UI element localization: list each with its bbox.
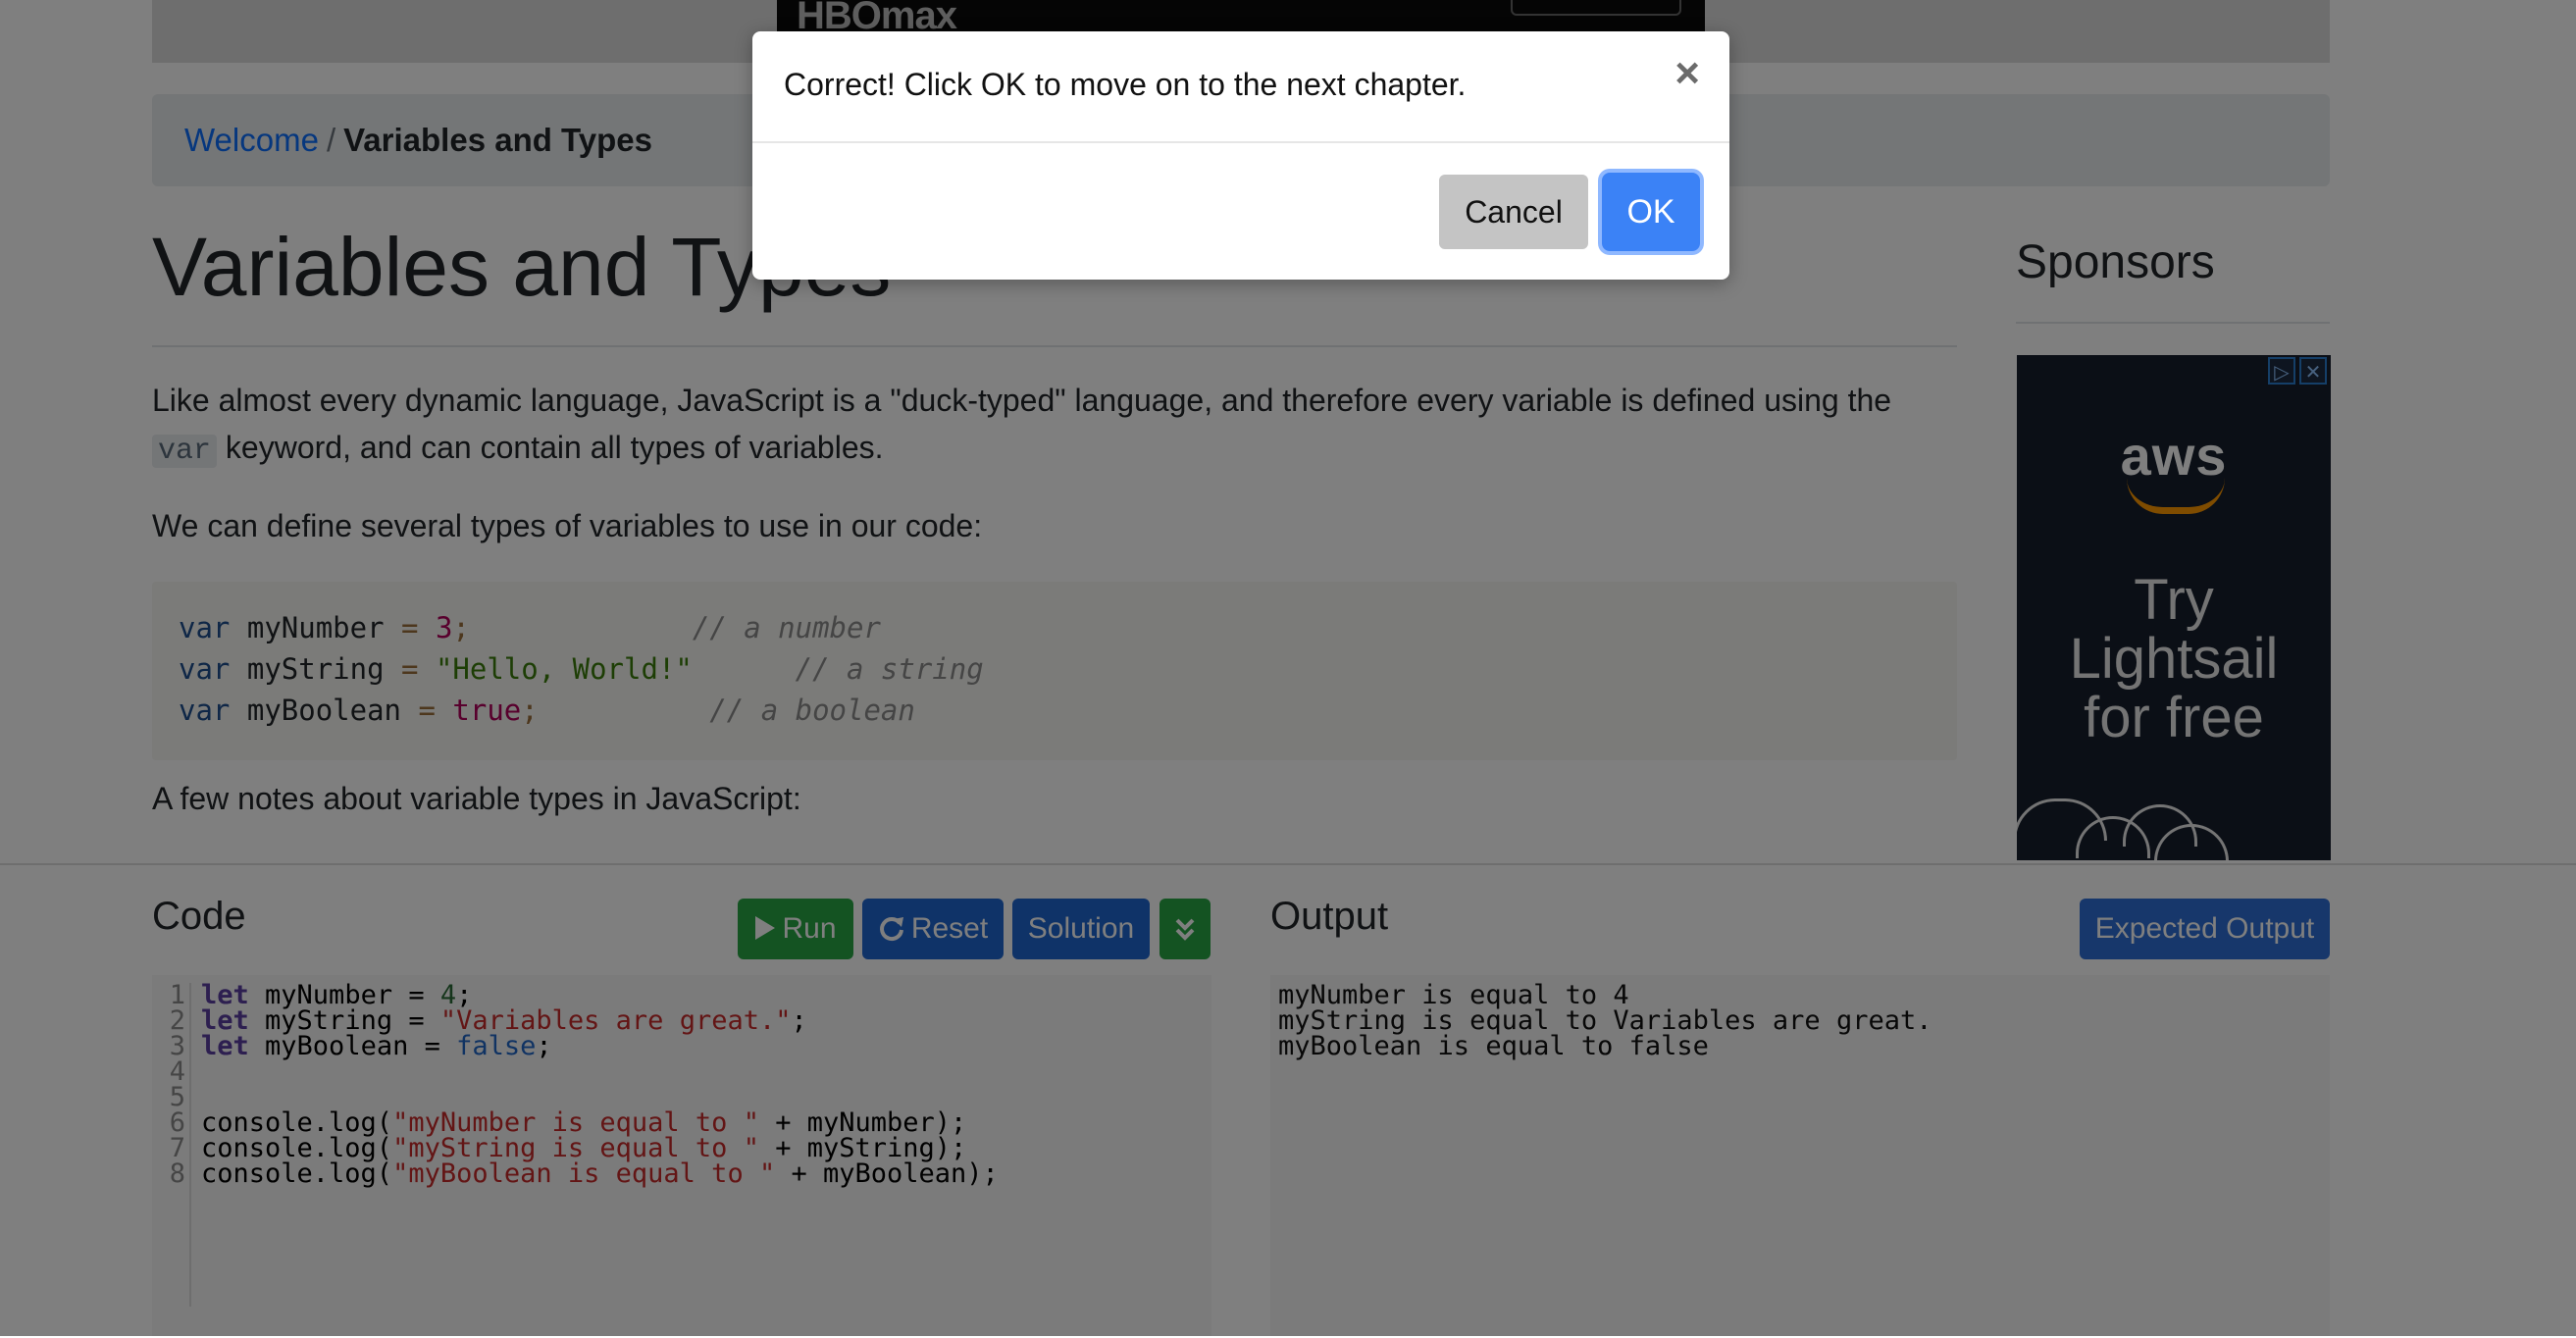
cancel-button[interactable]: Cancel <box>1439 175 1588 249</box>
confirm-dialog: Correct! Click OK to move on to the next… <box>752 31 1729 280</box>
dialog-divider <box>752 141 1729 143</box>
ok-button[interactable]: OK <box>1602 173 1700 251</box>
dialog-message: Correct! Click OK to move on to the next… <box>784 67 1467 102</box>
close-icon[interactable]: × <box>1674 49 1700 98</box>
